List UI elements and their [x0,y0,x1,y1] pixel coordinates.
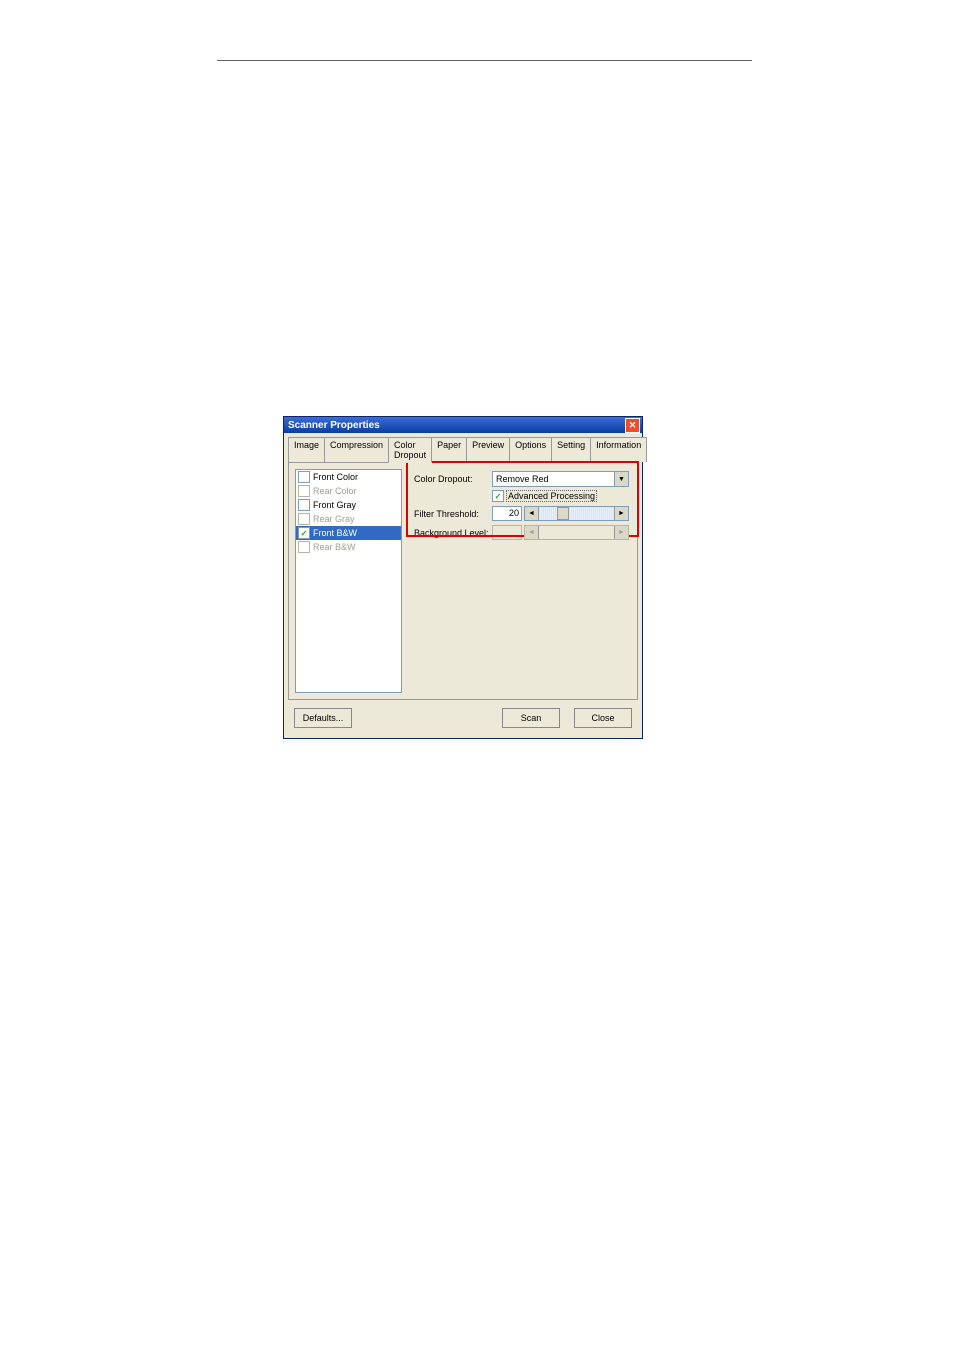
tab-color-dropout[interactable]: Color Dropout [388,437,432,463]
checkbox[interactable] [298,527,310,539]
filter-threshold-slider[interactable]: ◄ ► [524,506,629,521]
chevron-down-icon[interactable]: ▼ [614,472,628,486]
checkbox [298,485,310,497]
slider-thumb[interactable] [557,507,569,520]
title-bar[interactable]: Scanner Properties ✕ [284,417,642,433]
list-item: Rear Gray [296,512,401,526]
list-item: Rear B&W [296,540,401,554]
advanced-processing-label: Advanced Processing [508,491,595,501]
list-item[interactable]: Front Color [296,470,401,484]
window-title: Scanner Properties [288,420,380,431]
tab-preview[interactable]: Preview [466,437,510,462]
tab-image[interactable]: Image [288,437,325,462]
background-level-label: Background Level: [414,528,492,538]
tab-strip: Image Compression Color Dropout Paper Pr… [284,433,642,462]
tab-setting[interactable]: Setting [551,437,591,462]
arrow-left-icon[interactable]: ◄ [525,507,539,520]
tab-paper[interactable]: Paper [431,437,467,462]
tab-body: Front Color Rear Color Front Gray Rear G… [288,462,638,700]
arrow-right-icon: ► [614,526,628,539]
select-value: Remove Red [496,474,549,484]
tab-options[interactable]: Options [509,437,552,462]
list-item: Rear Color [296,484,401,498]
close-icon[interactable]: ✕ [625,418,640,433]
arrow-left-icon: ◄ [525,526,539,539]
tab-information[interactable]: Information [590,437,647,462]
color-dropout-label: Color Dropout: [414,474,492,484]
background-level-value [492,525,522,540]
checkbox[interactable] [298,471,310,483]
checkbox [298,513,310,525]
color-dropout-select[interactable]: Remove Red ▼ [492,471,629,487]
dropout-options-panel: Color Dropout: Remove Red ▼ Advanced Pro… [402,463,637,699]
filter-threshold-label: Filter Threshold: [414,509,492,519]
dialog-buttons: Defaults... Scan Close [284,700,642,738]
checkbox [298,541,310,553]
background-level-slider: ◄ ► [524,525,629,540]
advanced-processing-checkbox[interactable] [492,490,504,502]
tab-compression[interactable]: Compression [324,437,389,462]
close-button[interactable]: Close [574,708,632,728]
scanner-properties-dialog: Scanner Properties ✕ Image Compression C… [283,416,643,739]
filter-threshold-value: 20 [492,506,522,521]
defaults-button[interactable]: Defaults... [294,708,352,728]
header-underline [217,60,752,61]
arrow-right-icon[interactable]: ► [614,507,628,520]
scan-button[interactable]: Scan [502,708,560,728]
list-item[interactable]: Front Gray [296,498,401,512]
checkbox[interactable] [298,499,310,511]
list-item[interactable]: Front B&W [296,526,401,540]
image-selection-list: Front Color Rear Color Front Gray Rear G… [295,469,402,693]
